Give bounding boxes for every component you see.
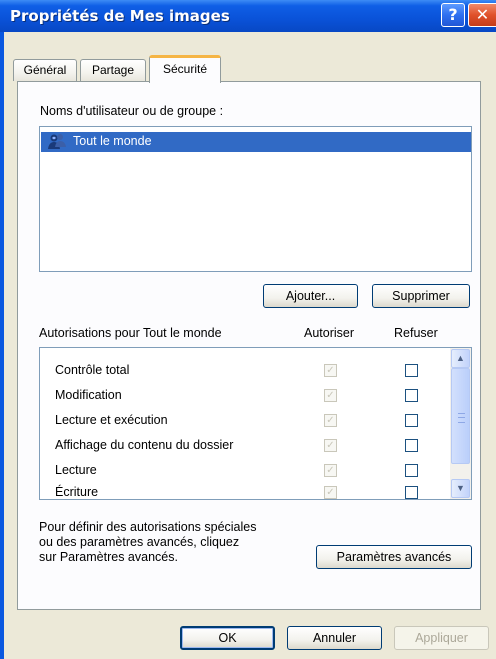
- tab-partage[interactable]: Partage: [80, 59, 146, 81]
- table-row: Affichage du contenu du dossier ✓: [40, 435, 450, 457]
- cancel-button[interactable]: Annuler: [287, 626, 382, 650]
- chevron-up-icon: ▲: [456, 353, 465, 363]
- allow-checkbox: ✓: [324, 364, 337, 377]
- deny-checkbox[interactable]: [405, 389, 418, 402]
- permission-name: Contrôle total: [55, 363, 130, 377]
- advanced-help-text-line2: ou des paramètres avancés, cliquez: [39, 535, 240, 549]
- deny-column-header: Refuser: [394, 326, 438, 340]
- permission-name: Modification: [55, 388, 122, 402]
- permission-name: Lecture et exécution: [55, 413, 168, 427]
- allow-checkbox: ✓: [324, 486, 337, 499]
- allow-checkbox: ✓: [324, 414, 337, 427]
- deny-checkbox[interactable]: [405, 364, 418, 377]
- advanced-help-text-line3: sur Paramètres avancés.: [39, 550, 178, 564]
- list-item[interactable]: Tout le monde: [41, 132, 471, 152]
- table-row: Écriture ✓: [40, 482, 450, 499]
- close-button[interactable]: ✕: [468, 3, 496, 27]
- tab-securite-label: Sécurité: [162, 62, 208, 76]
- scroll-up-button[interactable]: ▲: [451, 349, 470, 368]
- remove-button[interactable]: Supprimer: [372, 284, 470, 308]
- close-icon: ✕: [475, 5, 490, 24]
- apply-button[interactable]: Appliquer: [394, 626, 489, 650]
- allow-checkbox: ✓: [324, 464, 337, 477]
- ok-button[interactable]: OK: [180, 626, 275, 650]
- chevron-down-icon: ▼: [456, 483, 465, 493]
- advanced-help-text-line1: Pour définir des autorisations spéciales: [39, 520, 257, 534]
- deny-checkbox[interactable]: [405, 464, 418, 477]
- table-row: Modification ✓: [40, 385, 450, 407]
- tab-securite[interactable]: Sécurité: [149, 55, 221, 83]
- deny-checkbox[interactable]: [405, 414, 418, 427]
- tab-general-label: Général: [23, 63, 67, 77]
- help-icon: ?: [448, 5, 458, 24]
- tab-partage-label: Partage: [91, 63, 135, 77]
- scroll-thumb[interactable]: [451, 368, 470, 464]
- scroll-down-button[interactable]: ▼: [451, 479, 470, 498]
- permission-name: Affichage du contenu du dossier: [55, 438, 234, 452]
- permissions-label: Autorisations pour Tout le monde: [39, 326, 222, 340]
- users-listbox[interactable]: Tout le monde: [39, 126, 472, 272]
- user-name: Tout le monde: [73, 134, 152, 148]
- permissions-list[interactable]: Contrôle total ✓ Modification ✓ Lecture …: [39, 347, 472, 500]
- properties-dialog: Propriétés de Mes images ? ✕ Général Par…: [0, 0, 496, 659]
- deny-checkbox[interactable]: [405, 486, 418, 499]
- table-row: Lecture ✓: [40, 460, 450, 482]
- allow-column-header: Autoriser: [304, 326, 355, 340]
- table-row: Lecture et exécution ✓: [40, 410, 450, 432]
- permission-name: Lecture: [55, 463, 97, 477]
- tab-general[interactable]: Général: [13, 59, 77, 81]
- allow-checkbox: ✓: [324, 389, 337, 402]
- add-button[interactable]: Ajouter...: [263, 284, 358, 308]
- user-group-icon: [48, 134, 66, 149]
- permissions-scrollbar[interactable]: ▲ ▼: [450, 348, 471, 499]
- permission-name: Écriture: [55, 485, 99, 499]
- grip-icon: [458, 413, 465, 423]
- table-row: Contrôle total ✓: [40, 360, 450, 382]
- advanced-settings-button[interactable]: Paramètres avancés: [316, 545, 472, 569]
- users-label: Noms d'utilisateur ou de groupe :: [40, 104, 224, 118]
- allow-checkbox: ✓: [324, 439, 337, 452]
- title-bar[interactable]: Propriétés de Mes images ? ✕: [0, 0, 496, 32]
- deny-checkbox[interactable]: [405, 439, 418, 452]
- window-title: Propriétés de Mes images: [10, 7, 230, 25]
- help-button[interactable]: ?: [441, 3, 465, 27]
